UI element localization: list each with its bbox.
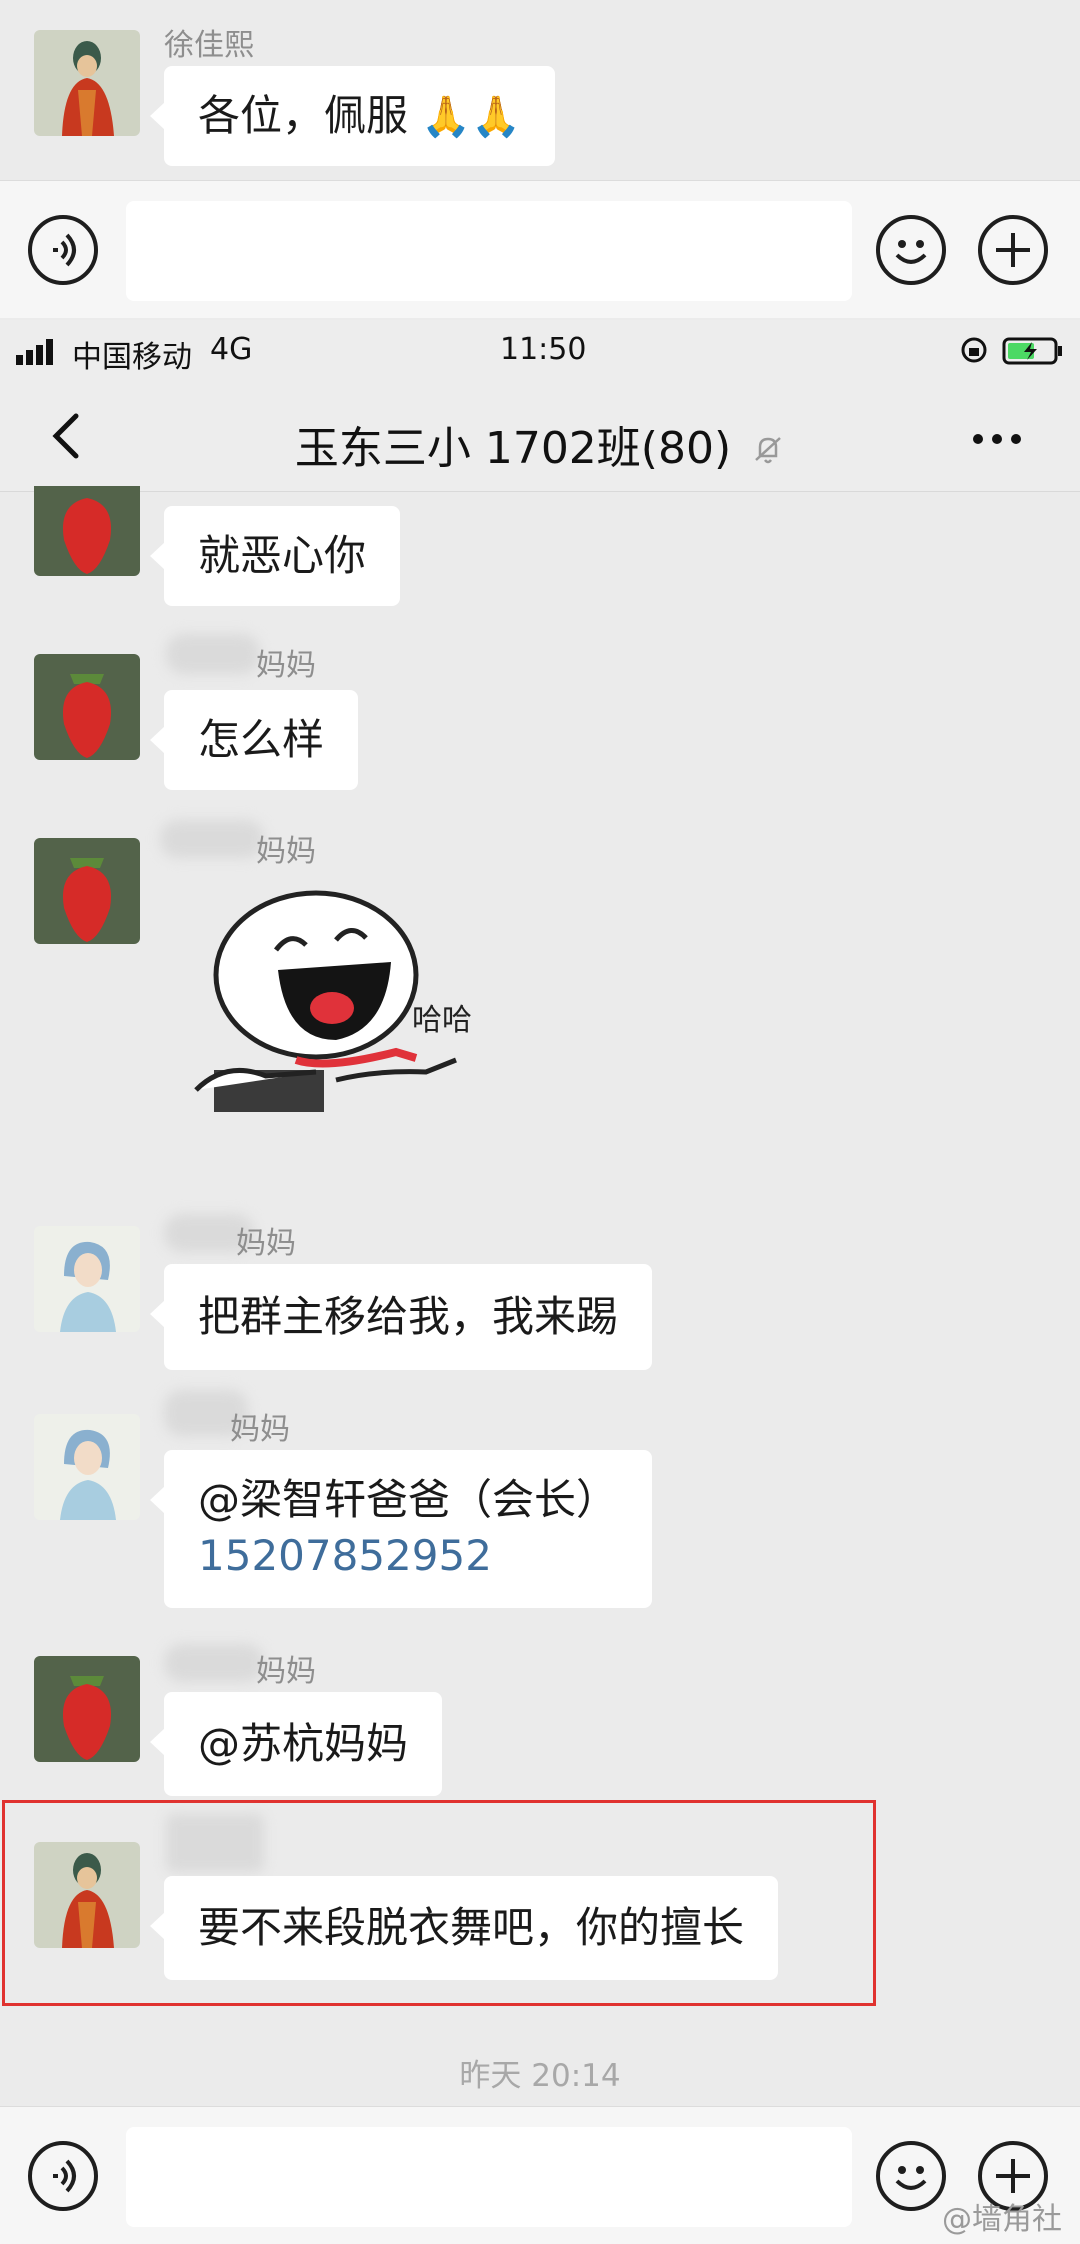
input-bar-top	[0, 180, 1080, 318]
input-bar-bottom	[0, 2106, 1080, 2244]
avatar-strawberry[interactable]	[34, 1656, 140, 1762]
chat-title-text: 玉东三小 1702班(80)	[294, 423, 732, 474]
message-text: 怎么样	[198, 715, 325, 764]
sender-name: 妈妈	[230, 1412, 290, 1447]
message-text: 各位，佩服	[198, 91, 409, 140]
blurred-name	[164, 1644, 264, 1682]
message-text: 就恶心你	[198, 531, 367, 580]
laughing-sticker[interactable]: 哈哈	[186, 880, 486, 1150]
time-separator: 昨天 20:14	[459, 2058, 621, 2094]
emoji-icon[interactable]	[876, 215, 946, 285]
avatar-strawberry[interactable]	[34, 838, 140, 944]
phone-link[interactable]: 15207852952	[198, 1528, 618, 1584]
avatar-strawberry[interactable]	[34, 654, 140, 760]
sender-name: 徐佳熙	[164, 28, 254, 63]
blurred-name	[166, 1814, 264, 1872]
carrier-name: 中国移动	[72, 340, 192, 375]
blurred-name	[166, 634, 260, 674]
message-bubble[interactable]: 把群主移给我，我来踢	[149, 1264, 653, 1370]
message-text: @苏杭妈妈	[198, 1719, 409, 1768]
avatar-buddha[interactable]	[34, 1842, 140, 1948]
signal-icon	[16, 338, 60, 373]
message-input[interactable]	[126, 2127, 852, 2227]
orientation-lock-icon	[960, 336, 988, 372]
battery-icon	[1002, 337, 1064, 373]
message-input[interactable]	[126, 201, 852, 301]
message-text: 要不来段脱衣舞吧，你的擅长	[198, 1903, 745, 1952]
chat-screenshot: 徐佳熙 各位，佩服 🙏🙏 中国移动 4G 11:50 玉东三小 1702班(80…	[0, 0, 1080, 2244]
mute-bell-icon	[751, 426, 785, 477]
avatar-woman[interactable]	[34, 1414, 140, 1520]
chat-header: 玉东三小 1702班(80)	[0, 382, 1080, 492]
pray-hands-icon: 🙏🙏	[421, 94, 521, 140]
status-bar: 中国移动 4G 11:50	[0, 320, 1080, 382]
emoji-icon[interactable]	[876, 2141, 946, 2211]
sender-name: 妈妈	[236, 1226, 296, 1261]
avatar-buddha[interactable]	[34, 30, 140, 136]
message-bubble[interactable]: 要不来段脱衣舞吧，你的擅长	[149, 1876, 779, 1980]
sender-name: 妈妈	[256, 834, 316, 869]
plus-icon[interactable]	[978, 215, 1048, 285]
message-text: 把群主移给我，我来踢	[198, 1292, 619, 1341]
blurred-name	[160, 820, 264, 858]
message-bubble[interactable]: 怎么样	[149, 690, 359, 790]
avatar-woman[interactable]	[34, 1226, 140, 1332]
clock: 11:50	[500, 332, 587, 367]
message-bubble[interactable]: @苏杭妈妈	[149, 1692, 443, 1796]
chat-title: 玉东三小 1702班(80)	[0, 412, 1080, 477]
sender-name: 妈妈	[256, 1654, 316, 1689]
more-icon[interactable]	[972, 430, 1022, 449]
sender-name: 妈妈	[256, 648, 316, 683]
message-bubble[interactable]: @梁智轩爸爸（会长） 15207852952	[149, 1450, 653, 1608]
network-type: 4G	[210, 332, 253, 367]
message-bubble[interactable]: 就恶心你	[149, 506, 401, 606]
message-bubble[interactable]: 各位，佩服 🙏🙏	[150, 66, 555, 166]
voice-icon[interactable]	[28, 2141, 98, 2211]
voice-icon[interactable]	[28, 215, 98, 285]
sticker-text: 哈哈	[412, 1003, 472, 1038]
watermark: @墙角社	[942, 2202, 1062, 2237]
mention-text: @梁智轩爸爸（会长）	[198, 1475, 619, 1524]
